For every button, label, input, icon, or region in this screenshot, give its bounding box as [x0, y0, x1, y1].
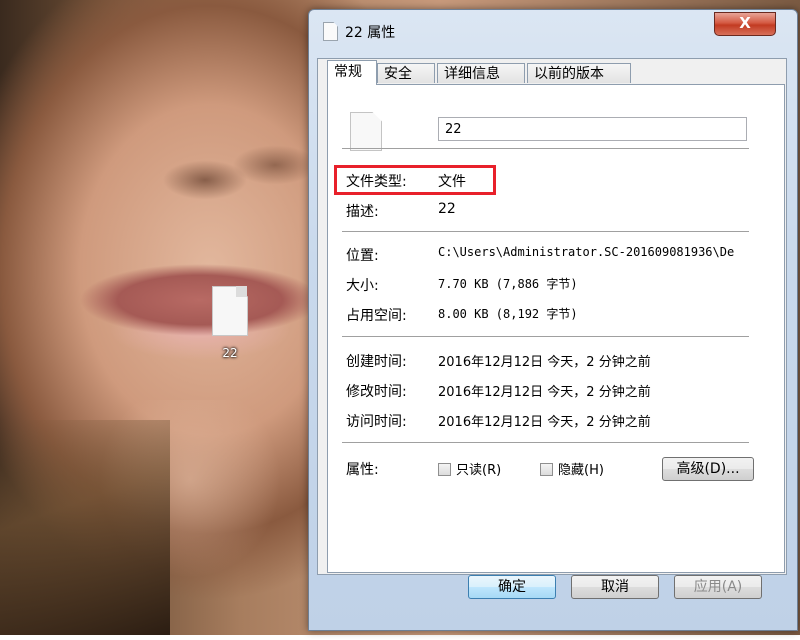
advanced-button[interactable]: 高级(D)... — [662, 457, 754, 481]
ok-button[interactable]: 确定 — [468, 575, 556, 599]
apply-button[interactable]: 应用(A) — [674, 575, 762, 599]
file-type-value: 文件 — [438, 174, 466, 190]
file-name-input[interactable] — [438, 117, 747, 141]
separator — [342, 442, 749, 443]
desktop-file-icon[interactable]: 22 — [208, 286, 252, 364]
location-value: C:\Users\Administrator.SC-201609081936\D… — [438, 245, 735, 259]
window-title: 22 属性 — [345, 25, 396, 41]
accessed-label: 访问时间: — [346, 414, 407, 430]
properties-dialog: 22 属性 X 常规 安全 详细信息 以前的版本 文件类型: 文件 描述: 22… — [308, 9, 798, 631]
created-value: 2016年12月12日 今天，2 分钟之前 — [438, 355, 651, 370]
title-bar[interactable]: 22 属性 X — [309, 10, 797, 48]
file-icon — [323, 22, 338, 41]
size-on-disk-label: 占用空间: — [346, 308, 407, 324]
hidden-checkbox[interactable] — [540, 463, 553, 476]
readonly-checkbox[interactable] — [438, 463, 451, 476]
file-icon — [350, 112, 382, 151]
tab-previous-versions[interactable]: 以前的版本 — [527, 63, 631, 83]
separator — [342, 336, 749, 337]
attributes-label: 属性: — [346, 462, 379, 478]
desktop-photo-hair — [0, 420, 170, 635]
readonly-label[interactable]: 只读(R) — [456, 459, 501, 478]
general-tab-content: 文件类型: 文件 描述: 22 位置: C:\Users\Administrat… — [327, 84, 785, 573]
cancel-button[interactable]: 取消 — [571, 575, 659, 599]
hidden-label[interactable]: 隐藏(H) — [558, 459, 604, 478]
desktop-file-label: 22 — [222, 346, 238, 360]
tab-security[interactable]: 安全 — [377, 63, 435, 83]
modified-label: 修改时间: — [346, 384, 407, 400]
separator — [342, 231, 749, 232]
file-type-label: 文件类型: — [346, 174, 407, 190]
created-label: 创建时间: — [346, 354, 407, 370]
modified-value: 2016年12月12日 今天，2 分钟之前 — [438, 385, 651, 400]
location-label: 位置: — [346, 248, 379, 264]
size-value: 7.70 KB (7,886 字节) — [438, 277, 578, 291]
size-label: 大小: — [346, 278, 379, 294]
attributes-row: 属性: 只读(R) 隐藏(H) 高级(D)... — [346, 457, 766, 487]
separator — [342, 148, 749, 149]
description-label: 描述: — [346, 204, 379, 220]
description-value: 22 — [438, 201, 456, 217]
accessed-value: 2016年12月12日 今天，2 分钟之前 — [438, 415, 651, 430]
close-button[interactable]: X — [714, 12, 776, 36]
tab-general[interactable]: 常规 — [327, 60, 377, 85]
file-icon-fold — [236, 286, 247, 297]
size-on-disk-value: 8.00 KB (8,192 字节) — [438, 307, 578, 321]
tab-details[interactable]: 详细信息 — [437, 63, 525, 83]
